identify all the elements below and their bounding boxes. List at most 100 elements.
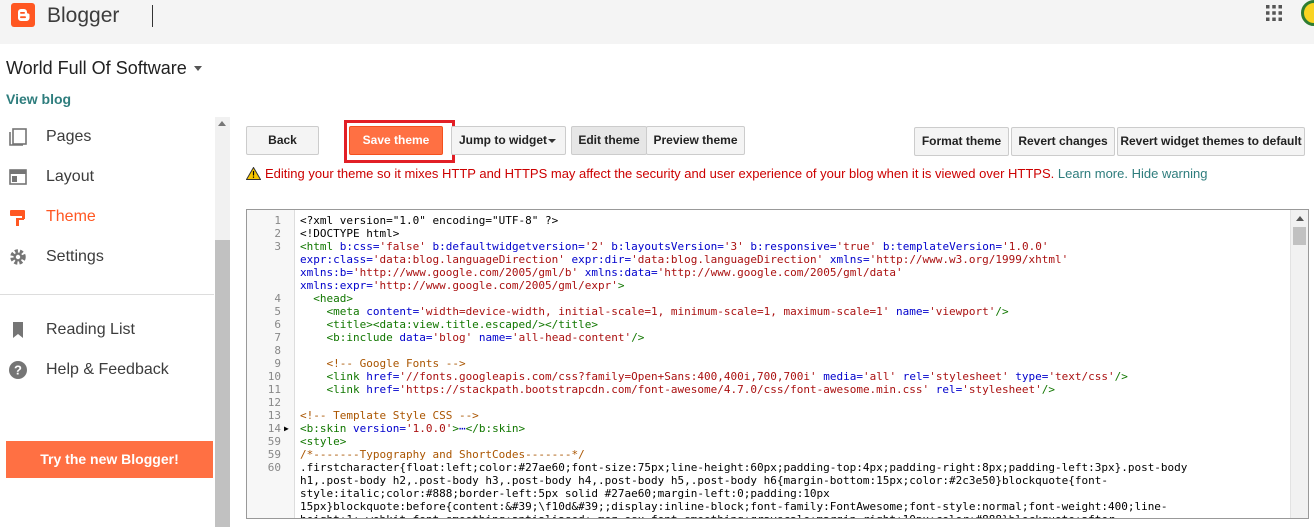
try-new-blogger-button[interactable]: Try the new Blogger! [6, 441, 213, 478]
back-button[interactable]: Back [246, 126, 319, 155]
scrollbar-thumb[interactable] [215, 240, 230, 527]
sidebar-item-reading-list[interactable]: Reading List [0, 312, 214, 348]
revert-changes-button[interactable]: Revert changes [1011, 127, 1115, 156]
code-token: <meta [300, 305, 367, 318]
code-text: height:1;-webkit-font-smoothing:antialia… [300, 513, 1115, 518]
code-line: 14 ▶ <b:skin version='1.0.0'>⋯</b:skin> [247, 422, 1292, 435]
code-token: <b:skin [300, 422, 353, 435]
sidebar-item-help[interactable]: ? Help & Feedback [0, 352, 214, 388]
code-token: data= [399, 331, 433, 344]
code-text: h1,.post-body h2,.post-body h3,.post-bod… [300, 474, 1108, 487]
mixed-content-warning: Editing your theme so it mixes HTTP and … [245, 166, 1208, 183]
line-number: 8 [274, 344, 281, 357]
code-token: 'http://www.google.com/2005/gml/data' [657, 266, 903, 279]
code-token: content= [366, 305, 420, 318]
code-token: style:italic;color:#888;border-left:5px … [300, 487, 830, 500]
top-bar: Blogger [0, 0, 1314, 44]
code-line: 15px}blockquote:before{content:&#39;\f10… [247, 500, 1292, 513]
code-token: /*-------Typography and ShortCodes------… [300, 448, 585, 461]
code-area[interactable]: 1 <?xml version="1.0" encoding="UTF-8" ?>… [247, 214, 1292, 518]
code-text: xmlns:expr='http://www.google.com/2005/g… [300, 279, 625, 292]
save-theme-button[interactable]: Save theme [349, 126, 443, 155]
code-line: 7 <b:include data='blog' name='all-head-… [247, 331, 1292, 344]
code-token: <b:include [300, 331, 400, 344]
code-line: expr:class='data:blog.languageDirection'… [247, 253, 1292, 266]
fold-marker-icon[interactable]: ▶ [284, 422, 292, 435]
blog-selector[interactable]: World Full Of Software [6, 58, 187, 79]
code-token: expr:class= [300, 253, 373, 266]
editor-scrollbar[interactable] [1290, 210, 1308, 518]
code-token: <link [300, 370, 367, 383]
bookmark-icon [8, 320, 28, 340]
code-line: 13 <!-- Template Style CSS --> [247, 409, 1292, 422]
preview-theme-button[interactable]: Preview theme [646, 126, 745, 155]
chevron-down-icon [548, 139, 556, 143]
code-token: <html [300, 240, 340, 253]
code-token: <style> [300, 435, 347, 448]
learn-more-link[interactable]: Learn more. [1058, 166, 1128, 181]
code-line: h1,.post-body h2,.post-body h3,.post-bod… [247, 474, 1292, 487]
code-token: 'http://www.google.com/2005/gml/expr' [372, 279, 618, 292]
brand-name[interactable]: Blogger [47, 4, 119, 28]
code-token: /> [1114, 370, 1128, 383]
revert-widget-themes-button[interactable]: Revert widget themes to default [1117, 127, 1305, 156]
code-token: name= [472, 331, 512, 344]
code-line: 60 .firstcharacter{float:left;color:#27ae… [247, 461, 1292, 474]
svg-text:?: ? [14, 363, 22, 378]
line-number: 10 [267, 370, 281, 383]
code-line: xmlns:expr='http://www.google.com/2005/g… [247, 279, 1292, 292]
app-window: Blogger World Full Of Software View blog… [0, 0, 1314, 527]
line-number: 5 [274, 305, 281, 318]
code-token: ⋯ [458, 422, 466, 435]
code-token: /> [631, 331, 645, 344]
code-token: 'https://stackpath.bootstrapcdn.com/font… [399, 383, 930, 396]
hide-warning-link[interactable]: Hide warning [1132, 166, 1208, 181]
scroll-up-arrow-icon[interactable] [1296, 216, 1304, 221]
sidebar-item-layout[interactable]: Layout [0, 159, 214, 195]
code-text: <html b:css='false' b:defaultwidgetversi… [300, 240, 1048, 253]
view-blog-link[interactable]: View blog [6, 91, 71, 107]
jump-to-widget-label: Jump to widget [459, 133, 547, 147]
code-text: xmlns:b= 'http://www.google.com/2005/gml/… [300, 266, 903, 279]
code-token: type= [1008, 370, 1049, 383]
code-token: xmlns:b= [300, 266, 353, 279]
code-token: > [617, 279, 625, 292]
code-token: media= [816, 370, 863, 383]
jump-to-widget-dropdown[interactable]: Jump to widget [451, 126, 566, 155]
format-theme-button[interactable]: Format theme [914, 127, 1009, 156]
code-text: style:italic;color:#888;border-left:5px … [300, 487, 830, 500]
line-number: 6 [274, 318, 281, 331]
code-token: href= [366, 370, 400, 383]
code-token: '1.0.0' [405, 422, 453, 435]
scroll-up-arrow-icon[interactable] [218, 121, 226, 126]
scrollbar-thumb[interactable] [1293, 227, 1306, 245]
code-token: rel= [896, 370, 930, 383]
code-line: 59 /*-------Typography and ShortCodes----… [247, 448, 1292, 461]
sidebar-scrollbar[interactable] [215, 117, 230, 527]
chevron-down-icon[interactable] [194, 66, 202, 71]
code-line: 8 [247, 344, 1292, 357]
account-avatar[interactable] [1301, 0, 1314, 26]
edit-theme-button[interactable]: Edit theme [571, 126, 647, 155]
code-token: 'all' [862, 370, 897, 383]
blogger-logo-icon[interactable] [11, 3, 35, 27]
theme-code-editor[interactable]: 1 <?xml version="1.0" encoding="UTF-8" ?>… [246, 209, 1309, 519]
code-text: <meta content='width=device-width, initi… [300, 305, 1008, 318]
code-text: <!-- Google Fonts --> [300, 357, 465, 370]
code-token: height:1;-webkit-font-smoothing:antialia… [300, 513, 1115, 518]
sidebar-item-pages[interactable]: Pages [0, 119, 214, 155]
code-text: <!DOCTYPE html> [300, 227, 399, 240]
code-token: <title><data:view.title.escaped/></title… [300, 318, 599, 331]
sidebar-item-theme[interactable]: Theme [0, 199, 214, 235]
code-line: 1 <?xml version="1.0" encoding="UTF-8" ?> [247, 214, 1292, 227]
sidebar-item-settings[interactable]: Settings [0, 239, 214, 275]
sidebar-item-label: Help & Feedback [46, 361, 169, 378]
code-token: href= [366, 383, 400, 396]
help-icon: ? [8, 360, 28, 380]
apps-grid-icon[interactable] [1265, 4, 1283, 22]
code-text: <!-- Template Style CSS --> [300, 409, 479, 422]
code-token: .firstcharacter{float:left;color:#27ae60… [300, 461, 1188, 474]
code-token: rel= [929, 383, 963, 396]
code-token: <!-- Template Style CSS --> [300, 409, 479, 422]
code-token: 'false' [379, 240, 426, 253]
